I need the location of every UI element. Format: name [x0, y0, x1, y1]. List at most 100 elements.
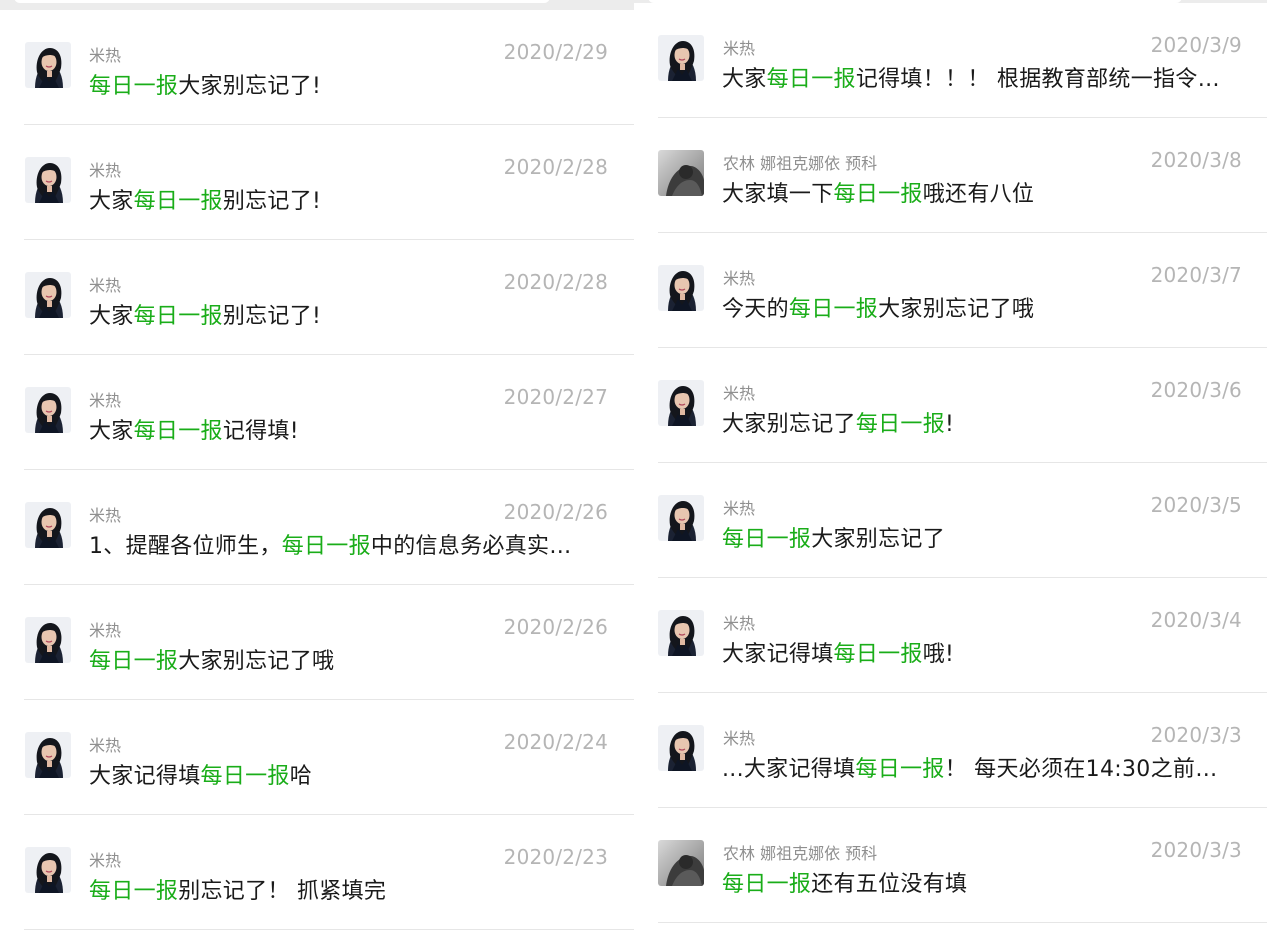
message-snippet: 大家别忘记了每日一报!: [722, 406, 1247, 438]
avatar[interactable]: [658, 495, 704, 541]
sender-name: 米热: [723, 614, 756, 633]
snippet-before: 大家记得填: [89, 764, 201, 789]
avatar[interactable]: [25, 732, 71, 778]
snippet-after: 还有五位没有填: [811, 872, 968, 897]
portrait-avatar-icon: [25, 272, 71, 318]
message-date: 2020/2/24: [503, 730, 608, 754]
message-result-item[interactable]: 米热 2020/2/29 每日一报大家别忘记了!: [0, 10, 634, 125]
message-result-item[interactable]: 米热 2020/2/28 大家每日一报别忘记了!: [0, 125, 634, 240]
keyword-highlight: 每日一报: [788, 297, 879, 322]
message-snippet: 今天的每日一报大家别忘记了哦: [722, 291, 1247, 323]
message-snippet: 每日一报大家别忘记了: [722, 521, 1247, 553]
left-search-results-panel: 米热 2020/2/29 每日一报大家别忘记了! 米热 2020/2/28 大家…: [0, 0, 634, 949]
divider: [24, 929, 634, 930]
message-snippet: 大家每日一报别忘记了!: [89, 298, 609, 330]
avatar[interactable]: [25, 387, 71, 433]
message-snippet: 每日一报别忘记了！ 抓紧填完: [89, 873, 609, 905]
avatar[interactable]: [658, 35, 704, 81]
message-result-item[interactable]: 米热 2020/3/4 大家记得填每日一报哦!: [634, 578, 1267, 693]
message-date: 2020/2/27: [503, 385, 608, 409]
snippet-after: 大家别忘记了哦: [878, 297, 1035, 322]
portrait-avatar-icon: [25, 847, 71, 893]
snippet-after: 大家别忘记了!: [178, 74, 322, 99]
avatar[interactable]: [658, 265, 704, 311]
message-result-item[interactable]: 米热 2020/2/26 每日一报大家别忘记了哦: [0, 585, 634, 700]
message-snippet: 大家填一下每日一报哦还有八位: [722, 176, 1247, 208]
message-result-item[interactable]: 米热 2020/2/26 1、提醒各位师生，每日一报中的信息务必真实…: [0, 470, 634, 585]
message-result-item[interactable]: 米热 2020/2/28 大家每日一报别忘记了!: [0, 240, 634, 355]
snippet-before: 大家记得填: [722, 642, 834, 667]
message-date: 2020/3/3: [1150, 838, 1242, 862]
message-date: 2020/3/4: [1150, 608, 1242, 632]
keyword-highlight: 每日一报: [722, 872, 812, 897]
portrait-avatar-icon: [658, 380, 704, 426]
snippet-after: 别忘记了!: [222, 304, 322, 329]
portrait-avatar-icon: [658, 265, 704, 311]
snippet-after: 别忘记了！ 抓紧填完: [178, 879, 387, 904]
snippet-after: 中的信息务必真实…: [370, 534, 572, 559]
search-input[interactable]: [14, 0, 550, 3]
sender-name: 米热: [723, 499, 756, 518]
message-result-item[interactable]: 农林 娜祖克娜依 预科 2020/3/3 每日一报还有五位没有填: [634, 808, 1267, 923]
sender-name: 米热: [89, 46, 122, 65]
avatar[interactable]: [25, 157, 71, 203]
message-snippet: 每日一报大家别忘记了哦: [89, 643, 609, 675]
message-date: 2020/2/26: [503, 615, 608, 639]
message-result-item[interactable]: 米热 2020/3/3 ...大家记得填每日一报！ 每天必须在14:30之前…: [634, 693, 1267, 808]
message-date: 2020/3/8: [1150, 148, 1242, 172]
snippet-after: 记得填！！！ 根据教育部统一指令…: [855, 67, 1220, 92]
message-results-list: 米热 2020/2/29 每日一报大家别忘记了! 米热 2020/2/28 大家…: [0, 10, 634, 930]
message-result-item[interactable]: 米热 2020/3/6 大家别忘记了每日一报!: [634, 348, 1267, 463]
message-result-item[interactable]: 米热 2020/2/27 大家每日一报记得填!: [0, 355, 634, 470]
keyword-highlight: 每日一报: [89, 74, 179, 99]
sender-name: 米热: [723, 39, 756, 58]
message-result-item[interactable]: 米热 2020/2/23 每日一报别忘记了！ 抓紧填完: [0, 815, 634, 930]
snippet-after: 大家别忘记了: [811, 527, 946, 552]
avatar[interactable]: [25, 502, 71, 548]
avatar[interactable]: [25, 847, 71, 893]
keyword-highlight: 每日一报: [833, 182, 923, 207]
sender-name: 米热: [89, 621, 122, 640]
avatar[interactable]: [25, 272, 71, 318]
snippet-after: 大家别忘记了哦: [178, 649, 335, 674]
divider: [658, 922, 1267, 923]
snippet-before: 大家填一下: [722, 182, 834, 207]
portrait-avatar-icon: [658, 495, 704, 541]
avatar[interactable]: [25, 617, 71, 663]
snippet-before: 大家: [89, 304, 134, 329]
sender-name: 农林 娜祖克娜依 预科: [723, 844, 878, 863]
message-date: 2020/2/28: [503, 270, 608, 294]
avatar[interactable]: [25, 42, 71, 88]
right-search-results-panel: 米热 2020/3/9 大家每日一报记得填！！！ 根据教育部统一指令… 农林 娜…: [634, 0, 1267, 949]
portrait-avatar-icon: [658, 35, 704, 81]
portrait-avatar-icon: [25, 387, 71, 433]
message-result-item[interactable]: 米热 2020/3/5 每日一报大家别忘记了: [634, 463, 1267, 578]
message-date: 2020/2/28: [503, 155, 608, 179]
message-snippet: ...大家记得填每日一报！ 每天必须在14:30之前…: [722, 751, 1247, 783]
message-result-item[interactable]: 农林 娜祖克娜依 预科 2020/3/8 大家填一下每日一报哦还有八位: [634, 118, 1267, 233]
message-date: 2020/3/7: [1150, 263, 1242, 287]
message-result-item[interactable]: 米热 2020/3/7 今天的每日一报大家别忘记了哦: [634, 233, 1267, 348]
avatar[interactable]: [658, 150, 704, 196]
snippet-after: 哦!: [922, 642, 955, 667]
message-result-item[interactable]: 米热 2020/3/9 大家每日一报记得填！！！ 根据教育部统一指令…: [634, 3, 1267, 118]
message-date: 2020/2/23: [503, 845, 608, 869]
keyword-highlight: 每日一报: [89, 649, 179, 674]
message-date: 2020/3/3: [1150, 723, 1242, 747]
snippet-before: 1、提醒各位师生，: [89, 534, 282, 559]
portrait-avatar-icon: [25, 502, 71, 548]
snippet-after: !: [945, 412, 955, 437]
keyword-highlight: 每日一报: [855, 757, 945, 782]
message-date: 2020/2/29: [503, 40, 608, 64]
grayscale-avatar-icon: [658, 840, 704, 886]
sender-name: 米热: [89, 276, 122, 295]
message-result-item[interactable]: 米热 2020/2/24 大家记得填每日一报哈: [0, 700, 634, 815]
avatar[interactable]: [658, 610, 704, 656]
avatar[interactable]: [658, 725, 704, 771]
keyword-highlight: 每日一报: [133, 189, 223, 214]
avatar[interactable]: [658, 380, 704, 426]
portrait-avatar-icon: [25, 157, 71, 203]
avatar[interactable]: [658, 840, 704, 886]
snippet-before: 大家别忘记了: [722, 412, 856, 437]
keyword-highlight: 每日一报: [200, 764, 290, 789]
